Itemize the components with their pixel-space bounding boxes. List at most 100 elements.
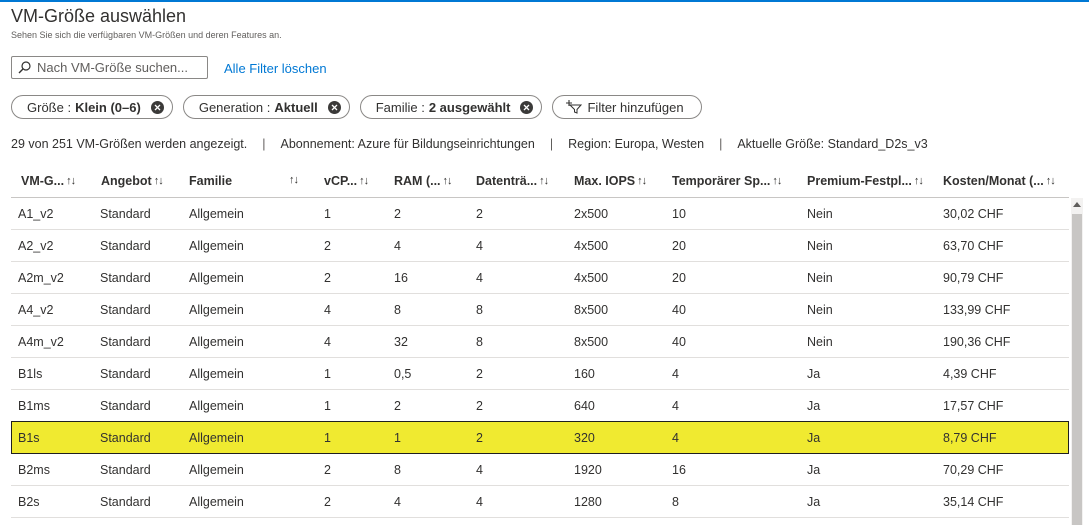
cell-ram: 4 xyxy=(394,495,401,509)
clear-all-filters-link[interactable]: Alle Filter löschen xyxy=(224,61,327,76)
cell-data-disks: 8 xyxy=(476,303,483,317)
cell-family: Allgemein xyxy=(189,335,244,349)
separator: | xyxy=(262,137,266,151)
column-header-temp-storage[interactable]: Temporärer Sp... ↑↓ xyxy=(672,174,782,188)
cell-max-iops: 8x500 xyxy=(574,335,609,349)
table-header: VM-G... ↑↓ Angebot ↑↓ Familie ↑↓ vCP... ↑↓ … xyxy=(11,164,1069,198)
cell-vcpu: 4 xyxy=(324,335,331,349)
add-filter-label: Filter hinzufügen xyxy=(587,99,684,115)
filter-pill-size[interactable]: Größe : Klein (0–6) xyxy=(11,95,173,119)
column-header-max-iops[interactable]: Max. IOPS ↑↓ xyxy=(574,174,647,188)
table-row[interactable]: A4_v2 Standard Allgemein 4 8 8 8x500 40 Nein 133,… xyxy=(11,294,1069,326)
cell-cost: 133,99 CHF xyxy=(943,303,1011,317)
table-row-selected[interactable]: B1s Standard Allgemein 1 1 2 320 4 Ja 8,79 CHF xyxy=(11,421,1069,454)
cell-vm-size: B2ms xyxy=(18,463,50,477)
scroll-up-arrow-icon[interactable] xyxy=(1073,202,1081,207)
close-icon[interactable] xyxy=(150,100,164,114)
cell-family: Allgemein xyxy=(189,431,244,445)
search-box[interactable] xyxy=(11,56,208,79)
vertical-scrollbar[interactable] xyxy=(1071,198,1083,525)
table-row[interactable]: A2m_v2 Standard Allgemein 2 16 4 4x500 20 Nein 90… xyxy=(11,262,1069,294)
cell-data-disks: 2 xyxy=(476,399,483,413)
scrollbar-thumb[interactable] xyxy=(1072,214,1082,525)
filter-pill-value: 2 ausgewählt xyxy=(428,99,511,115)
cell-offer: Standard xyxy=(100,303,151,317)
cell-premium-disk: Nein xyxy=(807,239,833,253)
column-header-label: vCP... xyxy=(324,174,358,188)
cell-vm-size: B1ms xyxy=(18,399,50,413)
cell-vm-size: B1ls xyxy=(18,367,43,381)
cell-max-iops: 2x500 xyxy=(574,207,609,221)
table-row[interactable]: B1ls Standard Allgemein 1 0,5 2 160 4 Ja 4,39 CHF xyxy=(11,358,1069,390)
cell-family: Allgemein xyxy=(189,399,244,413)
table-row[interactable]: A1_v2 Standard Allgemein 1 2 2 2x500 10 Nein 30,0… xyxy=(11,198,1069,230)
search-input[interactable] xyxy=(37,60,197,75)
top-accent-line xyxy=(0,0,1089,2)
close-icon[interactable] xyxy=(327,100,341,114)
cell-max-iops: 1920 xyxy=(574,463,602,477)
column-header-vcpu[interactable]: vCP... ↑↓ xyxy=(324,174,369,188)
column-header-ram[interactable]: RAM (... ↑↓ xyxy=(394,174,453,188)
cell-ram: 16 xyxy=(394,271,408,285)
cell-data-disks: 2 xyxy=(476,431,483,445)
sort-icon: ↑↓ xyxy=(637,175,647,187)
column-header-label: Temporärer Sp... xyxy=(672,174,771,188)
cell-offer: Standard xyxy=(100,463,151,477)
column-header-offer[interactable]: Angebot ↑↓ xyxy=(101,174,164,188)
cell-offer: Standard xyxy=(100,431,151,445)
filter-pill-family[interactable]: Familie : 2 ausgewählt xyxy=(359,95,543,119)
cell-temp-storage: 8 xyxy=(672,495,679,509)
add-filter-button[interactable]: Filter hinzufügen xyxy=(552,95,702,119)
cell-vcpu: 1 xyxy=(324,367,331,381)
cell-temp-storage: 4 xyxy=(672,399,679,413)
column-header-vm-size[interactable]: VM-G... ↑↓ xyxy=(21,174,76,188)
cell-data-disks: 4 xyxy=(476,463,483,477)
cell-premium-disk: Ja xyxy=(807,399,821,413)
cell-premium-disk: Nein xyxy=(807,207,833,221)
column-header-premium-disk[interactable]: Premium-Festpl... ↑↓ xyxy=(807,174,924,188)
sort-icon: ↑↓ xyxy=(539,175,549,187)
region-info: Region: Europa, Westen xyxy=(568,137,705,151)
table-row[interactable]: B2s Standard Allgemein 2 4 4 1280 8 Ja 35,14 CHF xyxy=(11,486,1069,518)
search-icon xyxy=(18,61,31,74)
cell-ram: 8 xyxy=(394,303,401,317)
table-row[interactable]: A2_v2 Standard Allgemein 2 4 4 4x500 20 Nein 63,7… xyxy=(11,230,1069,262)
filter-pill-value: Klein (0–6) xyxy=(75,99,141,115)
cell-ram: 2 xyxy=(394,399,401,413)
cell-family: Allgemein xyxy=(189,271,244,285)
cell-offer: Standard xyxy=(100,335,151,349)
close-icon[interactable] xyxy=(520,100,534,114)
filter-pill-label: Generation : xyxy=(198,99,271,115)
cell-cost: 90,79 CHF xyxy=(943,271,1004,285)
cell-vcpu: 2 xyxy=(324,239,331,253)
cell-premium-disk: Nein xyxy=(807,271,833,285)
cell-max-iops: 160 xyxy=(574,367,595,381)
cell-ram: 4 xyxy=(394,239,401,253)
cell-premium-disk: Nein xyxy=(807,335,833,349)
sort-icon: ↑↓ xyxy=(359,175,369,187)
add-filter-icon xyxy=(566,100,583,114)
cell-data-disks: 4 xyxy=(476,271,483,285)
cell-premium-disk: Ja xyxy=(807,367,821,381)
cell-vcpu: 2 xyxy=(324,271,331,285)
table-row[interactable]: A4m_v2 Standard Allgemein 4 32 8 8x500 40 Nein 19… xyxy=(11,326,1069,358)
filter-pill-label: Größe : xyxy=(27,99,72,115)
cell-premium-disk: Ja xyxy=(807,495,821,509)
table-row[interactable]: B2ms Standard Allgemein 2 8 4 1920 16 Ja 70,29 CH… xyxy=(11,454,1069,486)
column-header-family[interactable]: Familie xyxy=(189,174,232,188)
column-header-data-disks[interactable]: Datenträ... ↑↓ xyxy=(476,174,549,188)
cell-temp-storage: 20 xyxy=(672,271,686,285)
cell-data-disks: 8 xyxy=(476,335,483,349)
cell-family: Allgemein xyxy=(189,207,244,221)
result-count: 29 von 251 VM-Größen werden angezeigt. xyxy=(11,137,248,151)
cell-family: Allgemein xyxy=(189,239,244,253)
cell-ram: 8 xyxy=(394,463,401,477)
table-row[interactable]: B1ms Standard Allgemein 1 2 2 640 4 Ja 17,57 CHF xyxy=(11,390,1069,422)
column-header-cost[interactable]: Kosten/Monat (... ↑↓ xyxy=(943,174,1056,188)
cell-premium-disk: Ja xyxy=(807,431,821,445)
sort-icon: ↑↓ xyxy=(289,174,299,186)
column-header-family-sort[interactable]: ↑↓ xyxy=(287,174,299,186)
column-header-label: Angebot xyxy=(101,174,152,188)
filter-pill-generation[interactable]: Generation : Aktuell xyxy=(182,95,350,119)
cell-data-disks: 2 xyxy=(476,207,483,221)
